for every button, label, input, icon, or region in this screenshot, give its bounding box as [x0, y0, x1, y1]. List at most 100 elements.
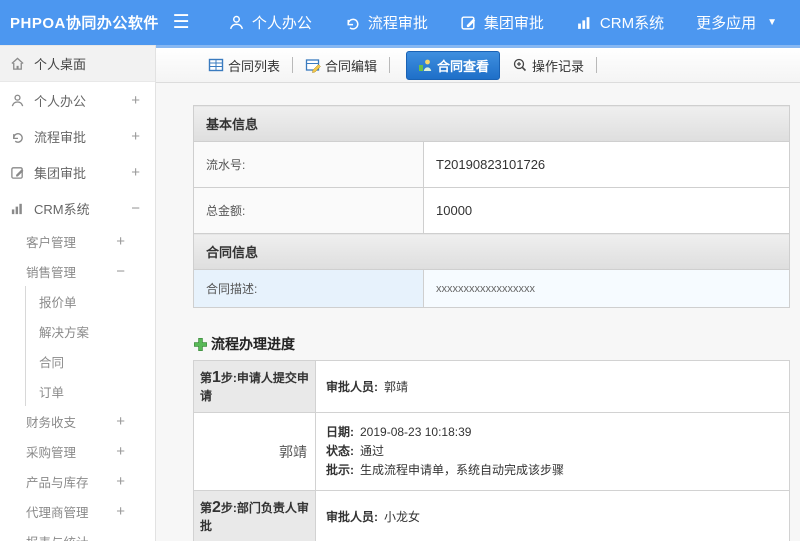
- sidebar-item-label: 报表与统计: [26, 532, 89, 541]
- sidebar-item-customer-management[interactable]: 客户管理 +: [0, 226, 155, 256]
- tab-label: 合同查看: [437, 58, 490, 74]
- status-label: 状态:: [326, 444, 354, 458]
- progress-title-text: 流程办理进度: [211, 336, 295, 352]
- user-icon: [229, 15, 243, 30]
- app-title: PHPOA协同办公软件: [10, 15, 159, 32]
- step-approver-cell: 审批人员: 郭靖: [315, 360, 790, 413]
- bar-chart-icon: [11, 203, 22, 214]
- sidebar-item-solution[interactable]: 解决方案: [26, 316, 155, 346]
- nav-label: 个人办公: [251, 15, 312, 32]
- sidebar-item-label: 客户管理: [26, 235, 77, 250]
- main-area: 合同列表 合同编辑 合同查看 操作记录 基本信息 流水号: T201908231…: [156, 45, 800, 541]
- expand-icon[interactable]: +: [116, 503, 125, 520]
- top-bar: PHPOA协同办公软件 ☰ 个人办公 流程审批 集团审批 CRM系统 更多应用 …: [0, 0, 800, 45]
- tab-contract-view[interactable]: 合同查看: [406, 50, 501, 80]
- table-row: 合同描述: xxxxxxxxxxxxxxxxxx: [193, 269, 790, 308]
- table-row: 第1步:申请人提交申请 审批人员: 郭靖: [193, 360, 790, 413]
- sidebar-item-label: 流程审批: [34, 129, 87, 145]
- sidebar-item-workflow-approval[interactable]: 流程审批 +: [0, 118, 155, 154]
- table-row: 第2步:部门负责人审批 审批人员: 小龙女: [193, 490, 790, 541]
- nav-more-apps[interactable]: 更多应用 ▼: [687, 12, 786, 33]
- approver-label: 审批人员:: [326, 510, 378, 524]
- sidebar-item-purchasing[interactable]: 采购管理 +: [0, 436, 155, 466]
- tab-operation-log[interactable]: 操作记录: [508, 56, 588, 75]
- workflow-icon: [347, 18, 359, 30]
- expand-icon[interactable]: +: [116, 473, 125, 490]
- workflow-icon: [13, 132, 23, 143]
- sidebar-item-sales-management[interactable]: 销售管理 −: [0, 256, 155, 286]
- sidebar-item-label: 订单: [39, 385, 65, 400]
- sidebar: 个人桌面 个人办公 + 流程审批 + 集团审批 + CRM系统 − 客户管理 +…: [0, 45, 156, 541]
- table-icon: [208, 58, 224, 72]
- field-label-total-amount: 总金额:: [193, 187, 424, 234]
- sidebar-item-label: 集团审批: [34, 165, 87, 181]
- expand-icon[interactable]: +: [116, 413, 125, 430]
- sidebar-item-crm-system[interactable]: CRM系统 −: [0, 190, 155, 226]
- sidebar-item-label: 采购管理: [26, 445, 77, 460]
- remark-value: 生成流程申请单，系统自动完成该步骤: [360, 463, 565, 477]
- step-approver-cell: 审批人员: 小龙女: [315, 490, 790, 541]
- field-value-contract-description: xxxxxxxxxxxxxxxxxx: [423, 269, 790, 308]
- contract-info-table: 基本信息 流水号: T20190823101726 总金额: 10000 合同信…: [193, 105, 790, 308]
- tab-contract-edit[interactable]: 合同编辑: [301, 56, 381, 75]
- expand-icon[interactable]: +: [131, 164, 140, 181]
- nav-personal-office[interactable]: 个人办公: [219, 12, 321, 33]
- expand-icon[interactable]: +: [131, 128, 140, 145]
- table-row: 流水号: T20190823101726: [193, 141, 790, 188]
- nav-workflow-approval[interactable]: 流程审批: [335, 12, 437, 33]
- sidebar-item-quotation[interactable]: 报价单: [26, 286, 155, 316]
- sidebar-item-order[interactable]: 订单: [26, 376, 155, 406]
- sidebar-item-personal-office[interactable]: 个人办公 +: [0, 82, 155, 118]
- step-title: 第1步:申请人提交申请: [193, 360, 316, 413]
- home-icon: [11, 57, 24, 70]
- step-title: 第2步:部门负责人审批: [193, 490, 316, 541]
- section-header-basic-info: 基本信息: [193, 105, 790, 142]
- step-detail-cell: 日期: 2019-08-23 10:18:39 状态: 通过 批示: 生成流程申请单，…: [315, 412, 790, 491]
- edit-icon: [11, 166, 24, 179]
- bar-chart-icon: [578, 17, 590, 29]
- approver-label: 审批人员:: [326, 380, 378, 394]
- sidebar-item-label: 销售管理: [26, 265, 77, 280]
- sidebar-item-label: 报价单: [39, 295, 77, 310]
- table-row: 总金额: 10000: [193, 187, 790, 234]
- sidebar-item-products-inventory[interactable]: 产品与库存 +: [0, 466, 155, 496]
- expand-icon[interactable]: +: [116, 443, 125, 460]
- collapse-icon[interactable]: −: [131, 200, 140, 217]
- zoom-plus-icon: [513, 58, 527, 72]
- sidebar-item-label: 产品与库存: [26, 475, 89, 490]
- sidebar-item-finance[interactable]: 财务收支 +: [0, 406, 155, 436]
- nav-label: 集团审批: [483, 15, 544, 32]
- sidebar-item-personal-desktop[interactable]: 个人桌面: [0, 45, 155, 82]
- approver-name: 小龙女: [384, 510, 421, 524]
- date-label: 日期:: [326, 425, 354, 439]
- sidebar-item-agent-management[interactable]: 代理商管理 +: [0, 496, 155, 526]
- sidebar-submenu-sales: 报价单 解决方案 合同 订单: [25, 286, 155, 406]
- step-date-line: 日期: 2019-08-23 10:18:39: [326, 423, 779, 442]
- caret-down-icon[interactable]: ▼: [767, 17, 777, 28]
- menu-toggle-icon[interactable]: ☰: [167, 11, 194, 34]
- sidebar-item-contract[interactable]: 合同: [26, 346, 155, 376]
- sidebar-item-group-approval[interactable]: 集团审批 +: [0, 154, 155, 190]
- edit-table-icon: [305, 59, 321, 73]
- tab-separator: [389, 57, 391, 73]
- section-header-contract-info: 合同信息: [193, 233, 790, 270]
- collapse-icon[interactable]: −: [116, 263, 125, 280]
- tab-separator: [292, 57, 294, 73]
- nav-label: CRM系统: [599, 15, 665, 32]
- edit-icon: [461, 16, 476, 30]
- expand-icon[interactable]: +: [116, 233, 125, 250]
- tab-contract-list[interactable]: 合同列表: [204, 56, 284, 75]
- status-value: 通过: [360, 444, 385, 458]
- sidebar-item-reports-statistics[interactable]: 报表与统计: [0, 526, 155, 541]
- sidebar-item-label: CRM系统: [34, 201, 90, 217]
- tab-bar: 合同列表 合同编辑 合同查看 操作记录: [156, 45, 800, 83]
- nav-crm-system[interactable]: CRM系统: [567, 12, 673, 33]
- step-person-name: 郭靖: [193, 412, 316, 491]
- plus-icon: [194, 337, 207, 351]
- date-value: 2019-08-23 10:18:39: [360, 425, 472, 439]
- field-value-total-amount: 10000: [423, 187, 790, 234]
- expand-icon[interactable]: +: [131, 92, 140, 109]
- nav-group-approval[interactable]: 集团审批: [451, 12, 553, 33]
- tab-label: 合同编辑: [325, 58, 378, 74]
- progress-table: 第1步:申请人提交申请 审批人员: 郭靖 郭靖 日期: 2019-08-23 10:…: [193, 360, 790, 541]
